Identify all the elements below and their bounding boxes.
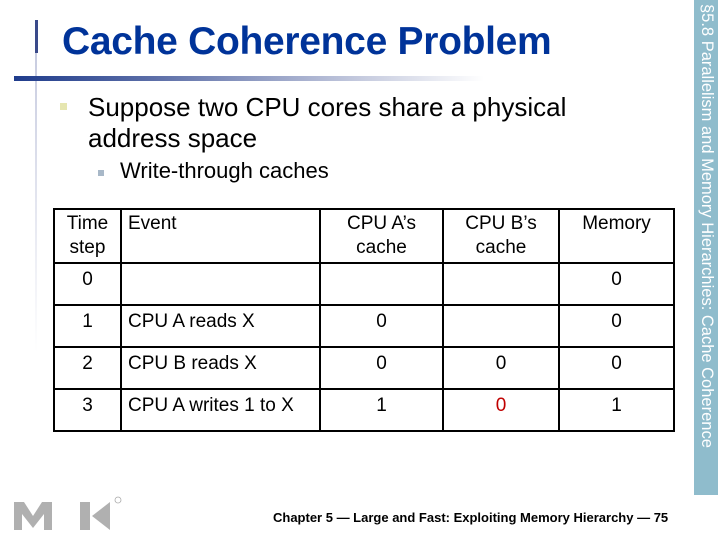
stale-cell: 0 [442, 388, 560, 432]
cell [442, 262, 560, 306]
cell: 0 [53, 262, 122, 306]
title-accent-line [35, 20, 38, 53]
cell: 2 [53, 346, 122, 390]
sub-bullet-square-icon [98, 170, 104, 176]
sub-bullet-1: Write-through caches [120, 158, 329, 183]
cell: 0 [558, 262, 675, 306]
cache-state-table: Time step Event CPU A’s cache CPU B’s ca… [53, 208, 675, 432]
cell: 1 [53, 304, 122, 348]
mk-logo-icon [14, 496, 122, 530]
bullet-1: Suppose two CPU cores share a physical a… [62, 92, 622, 154]
title-underline-bar [14, 76, 484, 81]
header-cpu-a-cache-text: CPU A’s cache [347, 213, 416, 258]
cell [120, 262, 321, 306]
left-guide-line [35, 53, 37, 353]
header-cpu-b-cache-text: CPU B’s cache [465, 213, 537, 258]
cell: CPU A writes 1 to X [120, 388, 321, 432]
cell: 3 [53, 388, 122, 432]
header-event: Event [120, 208, 321, 264]
cell [442, 304, 560, 348]
header-memory: Memory [558, 208, 675, 264]
table-row: 0 0 [53, 262, 675, 306]
header-cpu-b-cache: CPU B’s cache [442, 208, 560, 264]
cell: 0 [319, 304, 444, 348]
cell: 0 [319, 346, 444, 390]
slide-title: Cache Coherence Problem [62, 20, 552, 63]
header-cpu-a-cache: CPU A’s cache [319, 208, 444, 264]
table-row: 2 CPU B reads X 0 0 0 [53, 346, 675, 390]
cell: 0 [558, 304, 675, 348]
cell: CPU A reads X [120, 304, 321, 348]
cell: CPU B reads X [120, 346, 321, 390]
table-row: 3 CPU A writes 1 to X 1 0 1 [53, 388, 675, 432]
cell: 1 [558, 388, 675, 432]
slide-footer: Chapter 5 — Large and Fast: Exploiting M… [273, 510, 669, 525]
section-label: §5.8 Parallelism and Memory Hierarchies:… [698, 4, 716, 448]
table-header-row: Time step Event CPU A’s cache CPU B’s ca… [53, 208, 675, 264]
cell [319, 262, 444, 306]
table-row: 1 CPU A reads X 0 0 [53, 304, 675, 348]
cell: 0 [442, 346, 560, 390]
cell: 0 [558, 346, 675, 390]
header-time-step: Time step [53, 208, 122, 264]
cell: 1 [319, 388, 444, 432]
bullet-1-text: Suppose two CPU cores share a physical a… [88, 92, 567, 153]
